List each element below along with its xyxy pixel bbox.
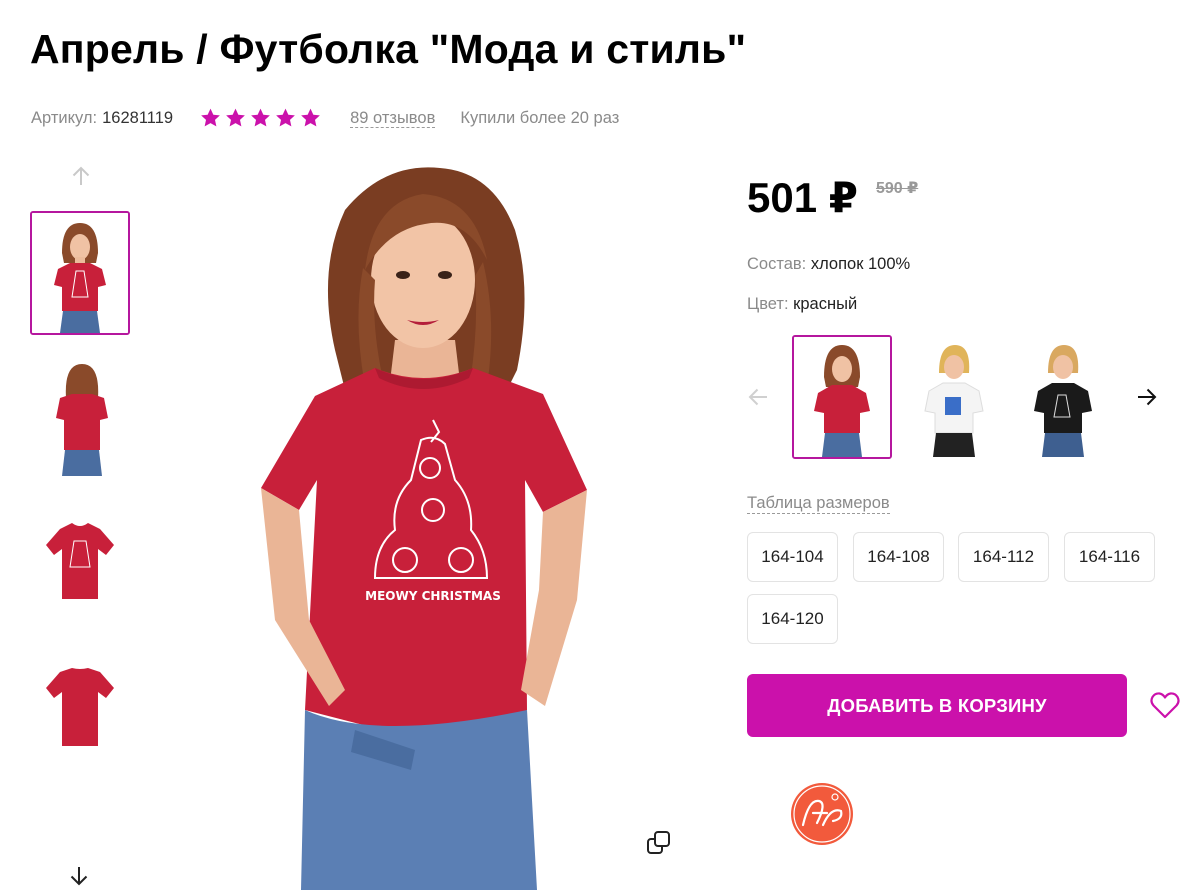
star-icon xyxy=(226,108,245,127)
article-label: Артикул: xyxy=(31,108,98,127)
star-icon xyxy=(201,108,220,127)
size-option[interactable]: 164-112 xyxy=(958,532,1049,582)
gallery-thumbnail-shirt-back[interactable] xyxy=(30,640,130,764)
shirt-print-text: MEOWY CHRISTMAS xyxy=(365,589,501,603)
attribute-label: Состав: xyxy=(747,255,807,273)
gallery-thumbnail-shirt-front[interactable] xyxy=(30,497,130,621)
star-icon xyxy=(251,108,270,127)
attribute-color: Цвет: красный xyxy=(747,295,857,314)
attribute-value: красный xyxy=(793,295,858,313)
attribute-label: Цвет: xyxy=(747,295,789,313)
gallery-down-arrow-icon[interactable] xyxy=(64,862,94,890)
purchase-count: Купили более 20 раз xyxy=(460,108,620,127)
attribute-value: хлопок 100% xyxy=(810,255,911,273)
size-table-link[interactable]: Таблица размеров xyxy=(747,494,890,514)
color-swatch-white[interactable] xyxy=(903,335,1003,459)
add-to-cart-button[interactable]: ДОБАВИТЬ В КОРЗИНУ xyxy=(747,674,1127,737)
size-option[interactable]: 164-108 xyxy=(853,532,944,582)
copy-icon[interactable] xyxy=(645,829,675,859)
color-swatch-black[interactable] xyxy=(1012,335,1112,459)
price-block: 501 ₽ 590 ₽ xyxy=(747,172,918,224)
gallery-thumbnail-model-front[interactable] xyxy=(30,211,130,335)
size-option[interactable]: 164-104 xyxy=(747,532,838,582)
rating-stars xyxy=(199,107,322,129)
main-product-photo[interactable]: MEOWY CHRISTMAS xyxy=(225,150,645,890)
old-price: 590 ₽ xyxy=(875,180,919,197)
size-option[interactable]: 164-120 xyxy=(747,594,838,644)
attribute-composition: Состав: хлопок 100% xyxy=(747,255,910,274)
star-icon xyxy=(301,108,320,127)
favorite-heart-icon[interactable] xyxy=(1149,690,1181,720)
color-next-arrow-icon[interactable] xyxy=(1133,383,1161,411)
current-price: 501 ₽ xyxy=(747,174,858,221)
reviews-link[interactable]: 89 отзывов xyxy=(350,109,436,128)
color-swatch-red[interactable] xyxy=(792,335,892,459)
brand-logo[interactable] xyxy=(789,781,855,847)
product-title: Апрель / Футболка "Мода и стиль" xyxy=(30,26,747,72)
star-icon xyxy=(276,108,295,127)
size-option[interactable]: 164-116 xyxy=(1064,532,1155,582)
article-value: 16281119 xyxy=(102,108,174,127)
product-meta: Артикул: 16281119 89 отзывов Купили боле… xyxy=(31,107,619,129)
gallery-thumbnail-model-back[interactable] xyxy=(30,354,130,478)
color-prev-arrow-icon[interactable] xyxy=(744,383,772,411)
gallery-up-arrow-icon[interactable] xyxy=(66,162,96,190)
